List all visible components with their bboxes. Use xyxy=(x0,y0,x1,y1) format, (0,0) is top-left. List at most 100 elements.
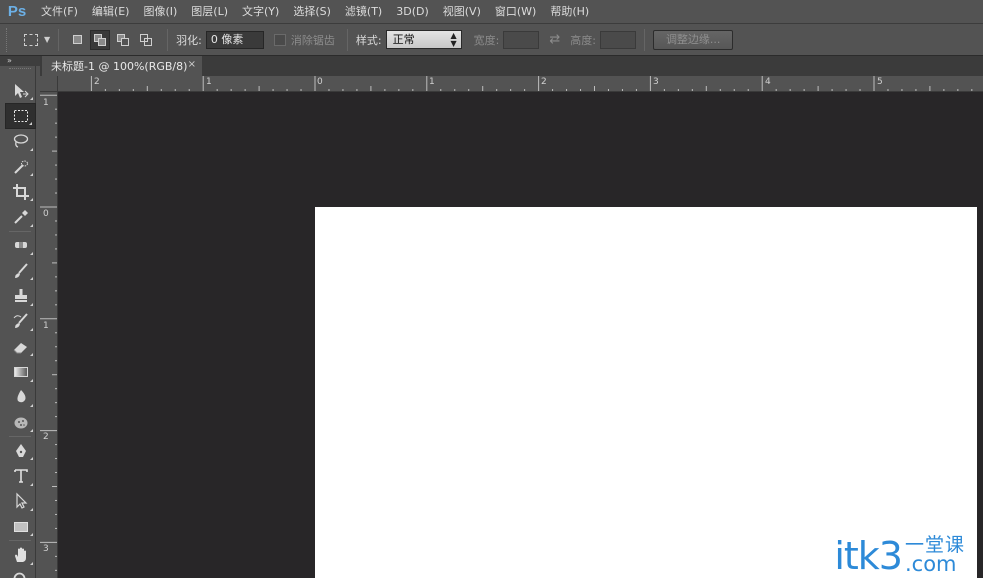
new-selection-button[interactable] xyxy=(67,30,87,50)
height-input[interactable] xyxy=(599,30,636,49)
lasso-tool[interactable] xyxy=(5,129,36,154)
tool-preset-picker[interactable]: ▼ xyxy=(24,29,50,51)
stamp-icon xyxy=(14,289,27,303)
ruler-label: 1 xyxy=(429,77,435,87)
ruler-label: 3 xyxy=(43,544,49,554)
history-brush-icon xyxy=(13,313,28,329)
menu-select[interactable]: 选择(S) xyxy=(286,0,338,23)
antialias-checkbox[interactable] xyxy=(273,33,286,46)
separator xyxy=(167,28,169,51)
ruler-label: 0 xyxy=(43,209,49,219)
quick-selection-icon xyxy=(13,160,28,174)
intersect-selection-button[interactable] xyxy=(136,30,156,50)
toolbox-grip[interactable] xyxy=(9,68,31,78)
vertical-ruler[interactable]: 1 0 1 2 3 xyxy=(40,92,58,578)
move-icon xyxy=(14,83,29,98)
document-workspace[interactable] xyxy=(58,92,983,578)
document-canvas[interactable] xyxy=(315,207,977,578)
feather-input[interactable]: 0 像素 xyxy=(205,30,264,49)
width-label: 宽度: xyxy=(473,33,500,47)
history-brush-tool[interactable] xyxy=(5,309,36,334)
brush-tool[interactable] xyxy=(5,258,36,283)
blur-tool[interactable] xyxy=(5,385,36,410)
menu-view[interactable]: 视图(V) xyxy=(436,0,488,23)
bandage-icon xyxy=(14,242,27,249)
close-icon[interactable]: × xyxy=(188,59,196,70)
menu-window[interactable]: 窗口(W) xyxy=(488,0,543,23)
refine-edge-button[interactable]: 调整边缘... xyxy=(652,29,734,50)
updown-arrow-icon: ▲ ▼ xyxy=(450,30,457,48)
rectangular-marquee-icon xyxy=(24,33,38,46)
rectangle-tool[interactable] xyxy=(5,514,36,539)
add-to-selection-button[interactable] xyxy=(90,29,111,50)
menu-help[interactable]: 帮助(H) xyxy=(543,0,596,23)
ruler-origin[interactable] xyxy=(40,76,58,92)
magnifier-icon xyxy=(13,572,25,578)
style-select-value: 正常 xyxy=(392,33,415,46)
menu-bar: Ps 文件(F) 编辑(E) 图像(I) 图层(L) 文字(Y) 选择(S) 滤… xyxy=(0,0,983,23)
separator xyxy=(58,28,60,51)
marquee-icon xyxy=(13,109,28,122)
dodge-tool[interactable] xyxy=(5,410,36,435)
intersect-selection-icon xyxy=(140,33,153,46)
sponge-icon xyxy=(14,417,27,428)
rectangular-marquee-tool[interactable] xyxy=(5,103,36,129)
swap-dimensions-icon[interactable]: ⇄ xyxy=(549,32,560,47)
path-selection-tool[interactable] xyxy=(5,489,36,514)
feather-label: 羽化: xyxy=(176,33,202,47)
subtract-from-selection-button[interactable] xyxy=(113,30,133,50)
antialias-label: 消除锯齿 xyxy=(290,33,335,47)
separator xyxy=(9,230,31,232)
gradient-tool[interactable] xyxy=(5,359,36,384)
arrow-pointer-icon xyxy=(15,492,27,510)
horizontal-ruler-ticks xyxy=(90,76,973,91)
pen-icon xyxy=(15,443,26,457)
menu-image[interactable]: 图像(I) xyxy=(136,0,184,23)
document-tab[interactable]: 未标题-1 @ 100%(RGB/8) × xyxy=(42,56,202,76)
menu-file[interactable]: 文件(F) xyxy=(34,0,85,23)
menu-filter[interactable]: 滤镜(T) xyxy=(338,0,389,23)
toolbox-collapse-toggle[interactable]: » xyxy=(0,56,40,66)
separator xyxy=(9,436,31,438)
site-watermark: itk3 一堂课 .com xyxy=(834,528,965,578)
menu-3d[interactable]: 3D(D) xyxy=(389,0,436,23)
document-tab-title: 未标题-1 @ 100%(RGB/8) xyxy=(51,60,188,73)
eyedropper-tool[interactable] xyxy=(5,204,36,229)
add-to-selection-icon xyxy=(94,33,107,46)
eraser-tool[interactable] xyxy=(5,334,36,359)
ruler-label: 2 xyxy=(541,77,547,87)
pen-tool[interactable] xyxy=(5,438,36,463)
eraser-icon xyxy=(13,342,27,354)
photoshop-logo: Ps xyxy=(7,3,27,20)
watermark-main-text: itk3 xyxy=(834,534,903,578)
chevron-down-icon: ▼ xyxy=(44,35,51,44)
ruler-label: 4 xyxy=(765,77,771,87)
menu-layer[interactable]: 图层(L) xyxy=(184,0,235,23)
zoom-tool[interactable] xyxy=(5,568,36,578)
options-bar-grip[interactable] xyxy=(6,27,16,52)
new-selection-icon xyxy=(72,35,82,44)
crop-tool[interactable] xyxy=(5,179,36,204)
horizontal-ruler[interactable]: 2 1 0 1 2 3 4 5 xyxy=(58,76,983,92)
type-tool[interactable] xyxy=(5,463,36,488)
separator xyxy=(643,28,645,51)
healing-brush-tool[interactable] xyxy=(5,233,36,258)
ruler-label: 0 xyxy=(317,77,323,87)
hand-icon xyxy=(14,547,26,562)
style-select[interactable]: 正常 ▲ ▼ xyxy=(385,30,462,49)
ruler-label: 1 xyxy=(43,98,49,108)
rectangle-icon xyxy=(13,521,28,532)
width-input[interactable] xyxy=(503,30,540,49)
separator xyxy=(346,28,348,51)
clone-stamp-tool[interactable] xyxy=(5,283,36,308)
type-icon xyxy=(13,469,28,483)
ruler-label: 5 xyxy=(877,77,883,87)
ruler-label: 2 xyxy=(94,77,100,87)
menu-edit[interactable]: 编辑(E) xyxy=(85,0,137,23)
droplet-icon xyxy=(16,390,25,403)
hand-tool[interactable] xyxy=(5,542,36,567)
menu-type[interactable]: 文字(Y) xyxy=(235,0,286,23)
separator xyxy=(9,540,31,542)
quick-selection-tool[interactable] xyxy=(5,154,36,179)
move-tool[interactable] xyxy=(5,78,36,103)
